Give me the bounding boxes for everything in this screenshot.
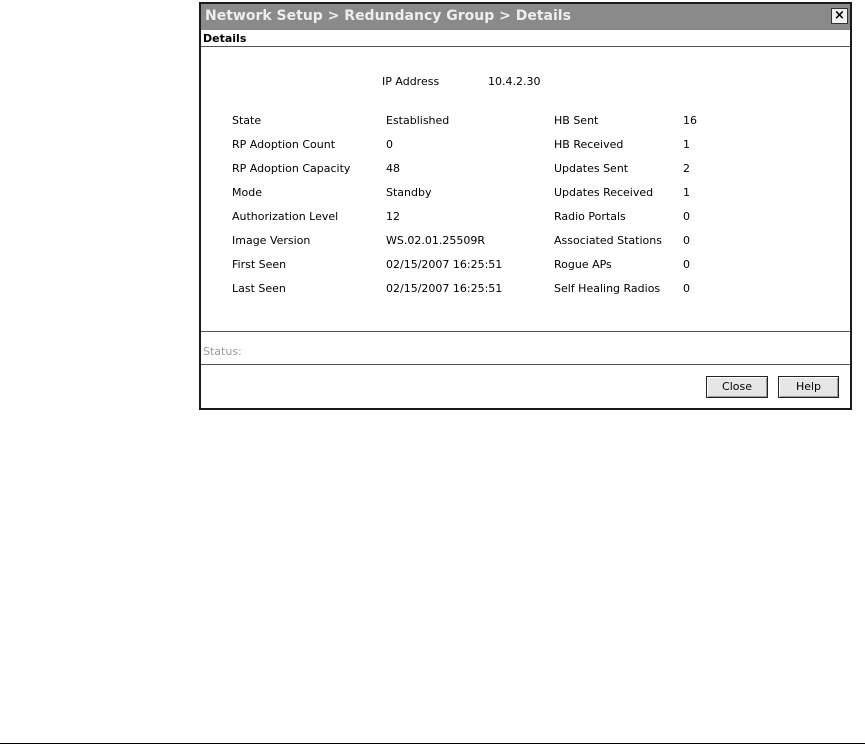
redundancy-group-details-dialog: Network Setup > Redundancy Group > Detai… xyxy=(199,2,852,410)
radio-portals-value: 0 xyxy=(683,210,690,223)
ip-address-value: 10.4.2.30 xyxy=(488,75,541,88)
hb-sent-value: 16 xyxy=(683,114,697,127)
section-label: Details xyxy=(203,32,247,45)
help-button[interactable]: Help xyxy=(778,376,839,398)
self-healing-radios-value: 0 xyxy=(683,282,690,295)
associated-stations-label: Associated Stations xyxy=(554,234,662,247)
rp-adoption-count-value: 0 xyxy=(386,138,393,151)
authorization-level-label: Authorization Level xyxy=(232,210,339,223)
rogue-aps-value: 0 xyxy=(683,258,690,271)
authorization-level-value: 12 xyxy=(386,210,400,223)
rp-adoption-capacity-value: 48 xyxy=(386,162,400,175)
page-footer-rule xyxy=(0,743,865,744)
mode-value: Standby xyxy=(386,186,432,199)
close-icon[interactable]: × xyxy=(831,8,848,24)
hb-received-value: 1 xyxy=(683,138,690,151)
hb-sent-label: HB Sent xyxy=(554,114,599,127)
image-version-value: WS.02.01.25509R xyxy=(386,234,485,247)
radio-portals-label: Radio Portals xyxy=(554,210,626,223)
window-title: Network Setup > Redundancy Group > Detai… xyxy=(205,8,571,24)
updates-sent-value: 2 xyxy=(683,162,690,175)
last-seen-value: 02/15/2007 16:25:51 xyxy=(386,282,503,295)
mode-label: Mode xyxy=(232,186,262,199)
last-seen-label: Last Seen xyxy=(232,282,286,295)
first-seen-value: 02/15/2007 16:25:51 xyxy=(386,258,503,271)
first-seen-label: First Seen xyxy=(232,258,287,271)
status-divider-bottom xyxy=(201,364,850,365)
rogue-aps-label: Rogue APs xyxy=(554,258,612,271)
associated-stations-value: 0 xyxy=(683,234,690,247)
ip-address-label: IP Address xyxy=(382,75,440,88)
self-healing-radios-label: Self Healing Radios xyxy=(554,282,661,295)
rp-adoption-count-label: RP Adoption Count xyxy=(232,138,336,151)
status-label: Status: xyxy=(203,345,242,358)
status-divider-top xyxy=(201,331,850,332)
state-label: State xyxy=(232,114,262,127)
updates-received-label: Updates Received xyxy=(554,186,654,199)
close-button[interactable]: Close xyxy=(706,376,768,398)
state-value: Established xyxy=(386,114,450,127)
section-divider xyxy=(201,46,850,47)
image-version-label: Image Version xyxy=(232,234,311,247)
rp-adoption-capacity-label: RP Adoption Capacity xyxy=(232,162,351,175)
title-bar[interactable]: Network Setup > Redundancy Group > Detai… xyxy=(201,4,850,30)
hb-received-label: HB Received xyxy=(554,138,624,151)
updates-received-value: 1 xyxy=(683,186,690,199)
updates-sent-label: Updates Sent xyxy=(554,162,629,175)
